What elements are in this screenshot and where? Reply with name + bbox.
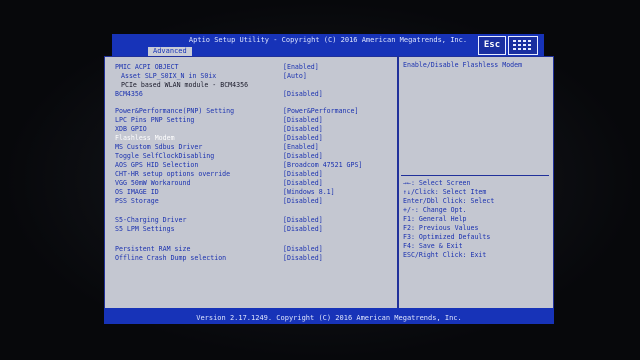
keyboard-button[interactable] [508,36,538,55]
setting-value[interactable]: [Disabled] [283,125,323,134]
setting-label: S5-Charging Driver [115,216,187,224]
key-hint: F3: Optimized Defaults [403,233,491,241]
setting-label: Power&Performance(PNP) Setting [115,107,235,115]
settings-pane: PMIC ACPI OBJECT [Enabled] Asset SLP_S0I… [105,57,399,309]
setting-label: LPC Pins PNP Setting [115,116,195,124]
setting-value[interactable]: [Disabled] [283,216,323,225]
setting-toggle-selfclock[interactable]: Toggle SelfClockDisabling [Disabled] [115,152,395,161]
key-hint: F4: Save & Exit [403,242,463,250]
setting-pss-storage[interactable]: PSS Storage [Disabled] [115,197,395,206]
setting-label: XDB GPIO [115,125,147,133]
setting-value[interactable]: [Windows 8.1] [283,188,335,197]
setting-vgg-workaround[interactable]: VGG 50mW Workaround [Disabled] [115,179,395,188]
setting-bcm4356[interactable]: BCM4356 [Disabled] [115,90,395,99]
setting-asset-slp-s0ix[interactable]: Asset SLP_S0IX_N in S0ix [Auto] [115,72,395,81]
setting-xdb-gpio[interactable]: XDB GPIO [Disabled] [115,125,395,134]
setting-value[interactable]: [Disabled] [283,197,323,206]
setting-value[interactable]: [Broadcom 47521 GPS] [283,161,362,170]
key-hint: F2: Previous Values [403,224,479,232]
help-description: Enable/Disable Flashless Modem [403,61,523,69]
keyboard-icon [513,40,533,51]
footer-version: Version 2.17.1249. Copyright (C) 2016 Am… [104,312,554,324]
setting-aos-gps[interactable]: AOS GPS HID Selection [Broadcom 47521 GP… [115,161,395,170]
setting-value[interactable]: [Disabled] [283,245,323,254]
setting-cht-hr-override[interactable]: CHT-HR setup options override [Disabled] [115,170,395,179]
setting-value[interactable]: [Power&Performance] [283,107,358,116]
setting-os-image-id[interactable]: OS IMAGE ID [Windows 8.1] [115,188,395,197]
setting-s5-charging[interactable]: S5-Charging Driver [Disabled] [115,216,395,225]
setting-label: Asset SLP_S0IX_N in S0ix [121,72,217,80]
setting-flashless-modem[interactable]: Flashless Modem [Disabled] [115,134,395,143]
setting-label: BCM4356 [115,90,143,98]
key-hint: ESC/Right Click: Exit [403,251,487,259]
key-hint: F1: General Help [403,215,467,223]
key-hint: Enter/Dbl Click: Select [403,197,495,205]
tab-advanced[interactable]: Advanced [148,47,192,56]
setting-label: Toggle SelfClockDisabling [115,152,215,160]
setting-ms-sdbus[interactable]: MS Custom Sdbus Driver [Enabled] [115,143,395,152]
setting-value[interactable]: [Disabled] [283,116,323,125]
setting-label: MS Custom Sdbus Driver [115,143,203,151]
setting-label: VGG 50mW Workaround [115,179,191,187]
setting-s5-lpm[interactable]: S5 LPM Settings [Disabled] [115,225,395,234]
key-hint: →←: Select Screen [403,179,471,187]
setting-value[interactable]: [Enabled] [283,63,319,72]
setting-label: Offline Crash Dump selection [115,254,227,262]
setting-value[interactable]: [Disabled] [283,225,323,234]
setting-label: PSS Storage [115,197,159,205]
setting-label: AOS GPS HID Selection [115,161,199,169]
setting-value[interactable]: [Auto] [283,72,307,81]
setting-offline-crash-dump[interactable]: Offline Crash Dump selection [Disabled] [115,254,395,263]
setting-label: OS IMAGE ID [115,188,159,196]
key-hint: ↑↓/Click: Select Item [403,188,487,196]
setting-value[interactable]: [Disabled] [283,170,323,179]
setting-persistent-ram[interactable]: Persistent RAM size [Disabled] [115,245,395,254]
setting-label: CHT-HR setup options override [115,170,231,178]
setting-label: S5 LPM Settings [115,225,175,233]
setting-value[interactable]: [Disabled] [283,152,323,161]
setting-value[interactable]: [Enabled] [283,143,319,152]
setting-label: Persistent RAM size [115,245,191,253]
setting-pnp[interactable]: Power&Performance(PNP) Setting [Power&Pe… [115,107,395,116]
setting-label: Flashless Modem [115,134,175,142]
setting-wlan-module-heading: PCIe based WLAN module - BCM4356 [115,81,395,90]
main-panel: PMIC ACPI OBJECT [Enabled] Asset SLP_S0I… [104,56,554,310]
setting-label: PCIe based WLAN module - BCM4356 [121,81,249,89]
help-divider [401,175,549,176]
setting-pmic-acpi-object[interactable]: PMIC ACPI OBJECT [Enabled] [115,63,395,72]
setting-label: PMIC ACPI OBJECT [115,63,179,71]
setting-value[interactable]: [Disabled] [283,134,323,143]
esc-button[interactable]: Esc [478,36,506,55]
setting-lpc-pins[interactable]: LPC Pins PNP Setting [Disabled] [115,116,395,125]
setting-value[interactable]: [Disabled] [283,179,323,188]
key-hint: +/-: Change Opt. [403,206,467,214]
setting-value[interactable]: [Disabled] [283,254,323,263]
setting-value[interactable]: [Disabled] [283,90,323,99]
